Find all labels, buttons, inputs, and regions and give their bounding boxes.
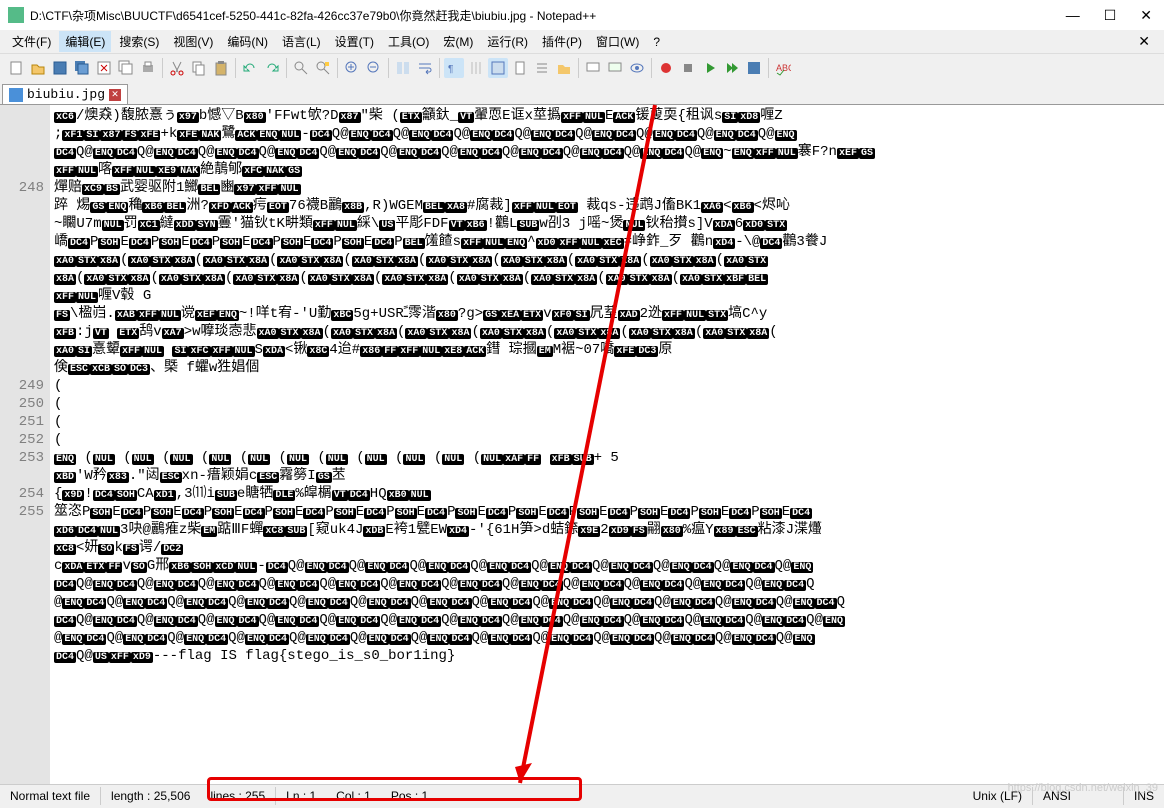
sync-scroll-icon[interactable] <box>393 58 413 78</box>
copy-icon[interactable] <box>189 58 209 78</box>
record-icon[interactable] <box>656 58 676 78</box>
close-icon[interactable]: ✕ <box>1140 7 1152 24</box>
toolbar: ¶ ABC <box>0 54 1164 82</box>
doc-map-icon[interactable] <box>510 58 530 78</box>
menu-run[interactable]: 运行(R) <box>481 31 534 52</box>
tab-label: biubiu.jpg <box>27 87 105 102</box>
play-multi-icon[interactable] <box>722 58 742 78</box>
menu-help[interactable]: ? <box>647 33 666 51</box>
tab-close-icon[interactable]: ✕ <box>109 89 121 101</box>
tabbar: biubiu.jpg ✕ <box>0 82 1164 104</box>
close-all-icon[interactable] <box>116 58 136 78</box>
tab-biubiu[interactable]: biubiu.jpg ✕ <box>2 84 128 104</box>
titlebar: D:\CTF\杂项Misc\BUUCTF\d6541cef-5250-441c-… <box>0 0 1164 30</box>
menu-tools[interactable]: 工具(O) <box>382 31 435 52</box>
menu-macro[interactable]: 宏(M) <box>437 31 479 52</box>
maximize-icon[interactable]: ☐ <box>1104 7 1117 24</box>
menu-file[interactable]: 文件(F) <box>6 31 57 52</box>
menu-language[interactable]: 语言(L) <box>276 31 327 52</box>
menu-search[interactable]: 搜索(S) <box>113 31 165 52</box>
save-all-icon[interactable] <box>72 58 92 78</box>
close-file-icon[interactable] <box>94 58 114 78</box>
monitor2-icon[interactable] <box>605 58 625 78</box>
editor[interactable]: 248 249 250 251 252 253 254 255 xC6/燠猋)馥… <box>0 104 1164 784</box>
menu-edit[interactable]: 编辑(E) <box>59 31 111 52</box>
undo-icon[interactable] <box>240 58 260 78</box>
doc-close-icon[interactable]: ✕ <box>1138 33 1158 50</box>
show-all-chars-icon[interactable]: ¶ <box>444 58 464 78</box>
cut-icon[interactable] <box>167 58 187 78</box>
indent-guide-icon[interactable] <box>466 58 486 78</box>
minimize-icon[interactable]: — <box>1066 7 1080 24</box>
save-icon[interactable] <box>50 58 70 78</box>
redo-icon[interactable] <box>262 58 282 78</box>
replace-icon[interactable] <box>313 58 333 78</box>
menubar: 文件(F) 编辑(E) 搜索(S) 视图(V) 编码(N) 语言(L) 设置(T… <box>0 30 1164 54</box>
user-lang-icon[interactable] <box>488 58 508 78</box>
spellcheck-icon[interactable]: ABC <box>773 58 793 78</box>
menu-window[interactable]: 窗口(W) <box>590 31 645 52</box>
eye-icon[interactable] <box>627 58 647 78</box>
title-text: D:\CTF\杂项Misc\BUUCTF\d6541cef-5250-441c-… <box>30 7 1066 24</box>
open-file-icon[interactable] <box>28 58 48 78</box>
wordwrap-icon[interactable] <box>415 58 435 78</box>
menu-plugins[interactable]: 插件(P) <box>536 31 588 52</box>
zoom-in-icon[interactable] <box>342 58 362 78</box>
save-macro-icon[interactable] <box>744 58 764 78</box>
function-list-icon[interactable] <box>532 58 552 78</box>
svg-text:ABC: ABC <box>776 63 791 73</box>
menu-encoding[interactable]: 编码(N) <box>221 31 274 52</box>
play-icon[interactable] <box>700 58 720 78</box>
menu-settings[interactable]: 设置(T) <box>329 31 380 52</box>
menu-view[interactable]: 视图(V) <box>167 31 219 52</box>
new-file-icon[interactable] <box>6 58 26 78</box>
app-icon <box>8 7 24 23</box>
svg-text:¶: ¶ <box>448 64 453 75</box>
file-icon <box>9 88 23 102</box>
folder-icon[interactable] <box>554 58 574 78</box>
stop-icon[interactable] <box>678 58 698 78</box>
watermark: https://blog.csdn.net/weixin_39 <box>1008 782 1158 794</box>
find-icon[interactable] <box>291 58 311 78</box>
print-icon[interactable] <box>138 58 158 78</box>
paste-icon[interactable] <box>211 58 231 78</box>
monitor-icon[interactable] <box>583 58 603 78</box>
zoom-out-icon[interactable] <box>364 58 384 78</box>
annotation-arrow <box>0 105 700 808</box>
